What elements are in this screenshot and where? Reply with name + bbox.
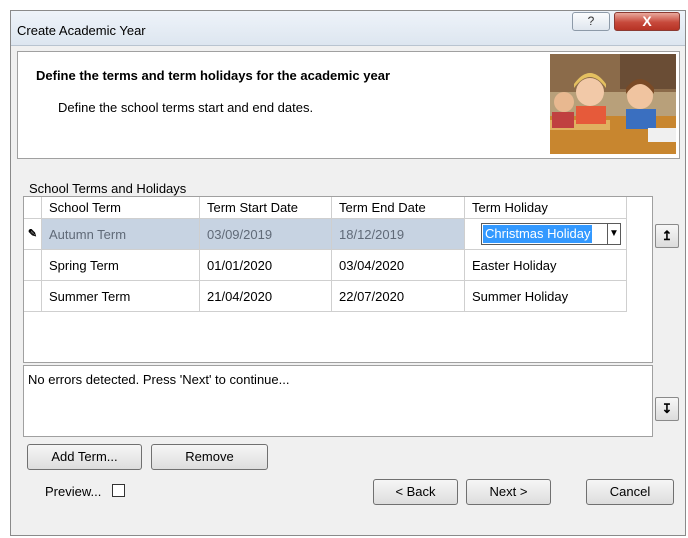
cell-holiday[interactable]: Summer Holiday bbox=[465, 281, 627, 312]
column-header-end-date[interactable]: Term End Date bbox=[332, 197, 465, 219]
cell-start-date[interactable]: 01/01/2020 bbox=[200, 250, 332, 281]
move-down-button[interactable]: ↧ bbox=[655, 397, 679, 421]
holiday-dropdown[interactable]: Christmas Holiday ▼ bbox=[481, 223, 621, 245]
cell-holiday[interactable]: Easter Holiday bbox=[465, 250, 627, 281]
close-button[interactable]: X bbox=[614, 12, 680, 31]
row-selector[interactable] bbox=[24, 281, 42, 312]
status-message: No errors detected. Press 'Next' to cont… bbox=[28, 372, 290, 387]
cell-term[interactable]: Autumn Term bbox=[42, 219, 200, 250]
header-title: Define the terms and term holidays for t… bbox=[36, 68, 391, 83]
edit-pencil-icon: ✎ bbox=[24, 219, 42, 250]
preview-checkbox[interactable] bbox=[112, 484, 125, 497]
cell-term[interactable]: Summer Term bbox=[42, 281, 200, 312]
move-up-button[interactable]: ↥ bbox=[655, 224, 679, 248]
add-term-button[interactable]: Add Term... bbox=[27, 444, 142, 470]
cancel-button[interactable]: Cancel bbox=[586, 479, 674, 505]
create-academic-year-dialog: Create Academic Year ? X Define the term… bbox=[10, 10, 686, 536]
terms-grid: School Term Term Start Date Term End Dat… bbox=[23, 196, 653, 363]
cell-end-date[interactable]: 18/12/2019 bbox=[332, 219, 465, 250]
cell-start-date[interactable]: 21/04/2020 bbox=[200, 281, 332, 312]
column-header-start-date[interactable]: Term Start Date bbox=[200, 197, 332, 219]
section-label-terms: School Terms and Holidays bbox=[29, 181, 187, 196]
title-bar: Create Academic Year ? X bbox=[11, 11, 685, 46]
wizard-header: Define the terms and term holidays for t… bbox=[17, 51, 680, 159]
row-selector[interactable] bbox=[24, 250, 42, 281]
header-subtitle: Define the school terms start and end da… bbox=[58, 100, 314, 115]
table-row[interactable]: ✎ Autumn Term 03/09/2019 18/12/2019 Chri… bbox=[24, 219, 652, 250]
back-button[interactable]: < Back bbox=[373, 479, 458, 505]
cell-end-date[interactable]: 22/07/2020 bbox=[332, 281, 465, 312]
classroom-image bbox=[550, 54, 676, 154]
dropdown-arrow-icon[interactable]: ▼ bbox=[607, 224, 620, 244]
row-selector-header bbox=[24, 197, 42, 219]
cell-start-date[interactable]: 03/09/2019 bbox=[200, 219, 332, 250]
column-header-school-term[interactable]: School Term bbox=[42, 197, 200, 219]
cell-term[interactable]: Spring Term bbox=[42, 250, 200, 281]
table-row[interactable]: Summer Term 21/04/2020 22/07/2020 Summer… bbox=[24, 281, 652, 312]
next-button[interactable]: Next > bbox=[466, 479, 551, 505]
table-row[interactable]: Spring Term 01/01/2020 03/04/2020 Easter… bbox=[24, 250, 652, 281]
remove-button[interactable]: Remove bbox=[151, 444, 268, 470]
grid-header: School Term Term Start Date Term End Dat… bbox=[24, 197, 652, 219]
holiday-dropdown-value: Christmas Holiday bbox=[483, 225, 593, 243]
preview-label: Preview... bbox=[45, 484, 102, 499]
cell-end-date[interactable]: 03/04/2020 bbox=[332, 250, 465, 281]
column-header-term-holiday[interactable]: Term Holiday bbox=[465, 197, 627, 219]
help-button[interactable]: ? bbox=[572, 12, 610, 31]
status-message-box: No errors detected. Press 'Next' to cont… bbox=[23, 365, 653, 437]
window-title: Create Academic Year bbox=[17, 23, 146, 38]
